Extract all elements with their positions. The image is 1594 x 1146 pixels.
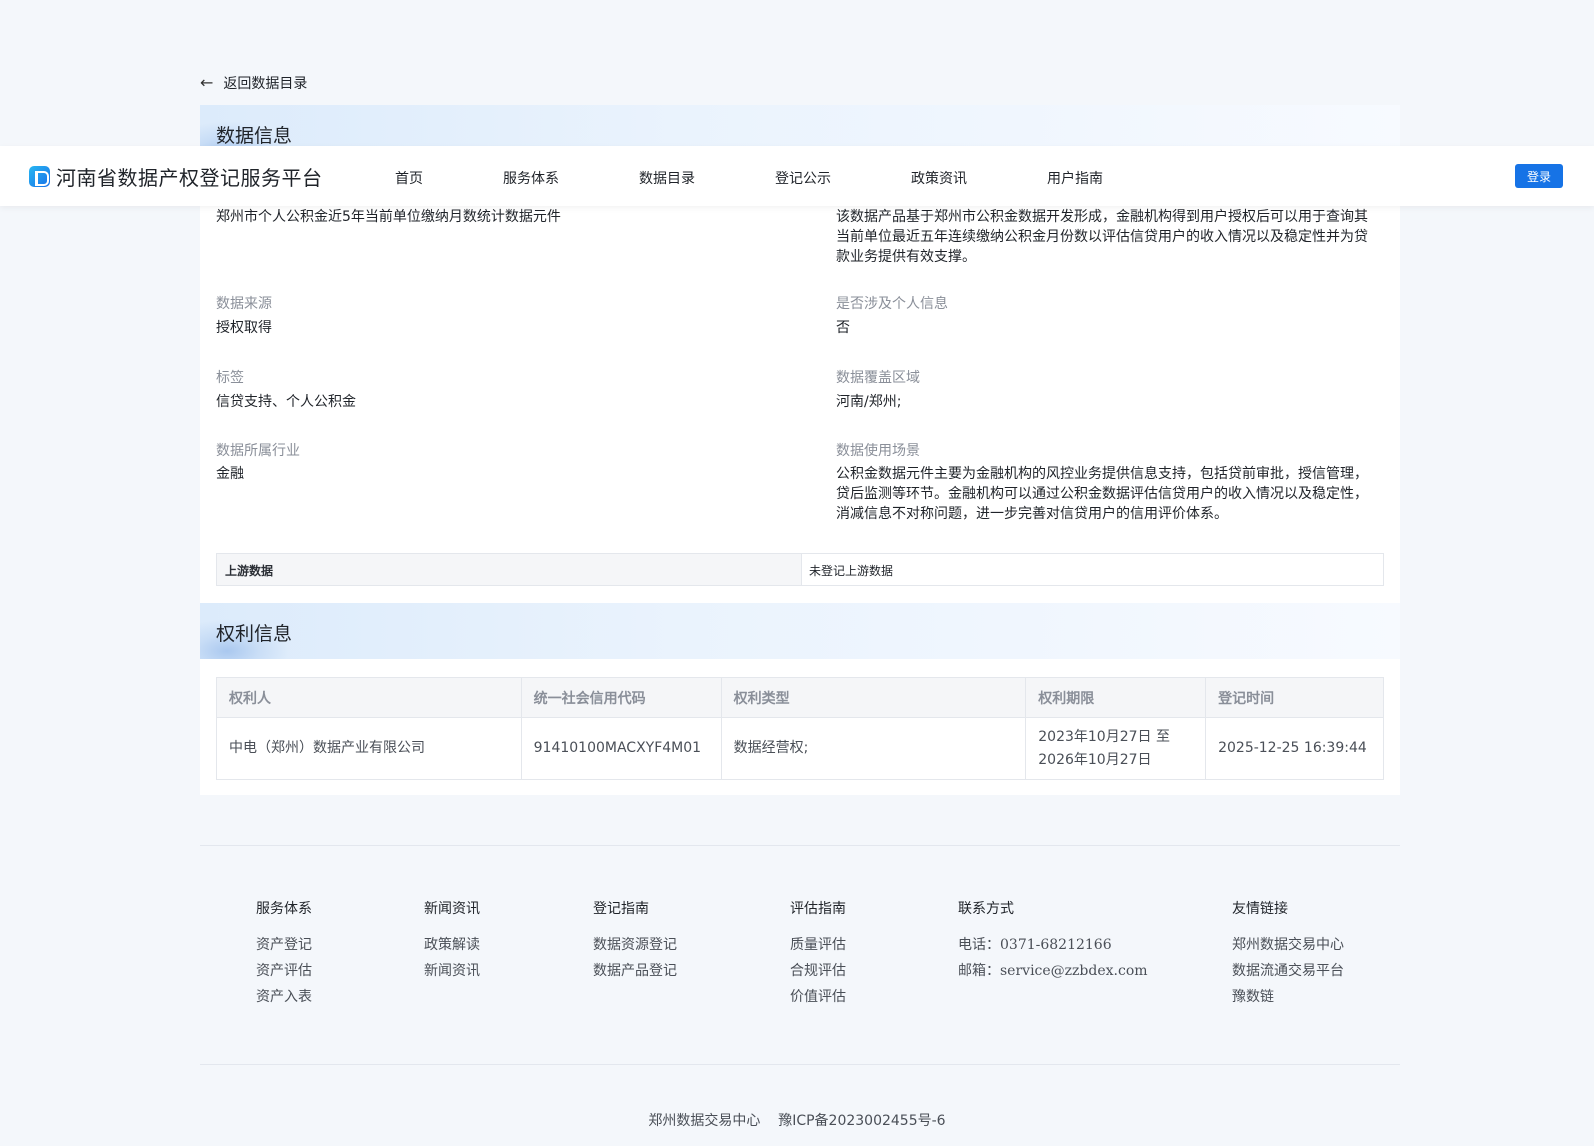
footer-col-services: 服务体系 资产登记 资产评估 资产入表 [256,898,312,1014]
footer-link[interactable]: 资产入表 [256,988,312,1007]
footer-link[interactable]: 政策解读 [424,936,480,955]
cell-credit-code: 91410100MACXYF4M01 [520,717,722,780]
footer-link[interactable]: 数据资源登记 [593,936,677,955]
upstream-label: 上游数据 [217,554,802,585]
upstream-data-row: 上游数据 未登记上游数据 [216,553,1384,586]
copyright-org: 郑州数据交易中心 [648,1113,761,1129]
footer-link[interactable]: 数据产品登记 [593,962,677,981]
footer-col-title: 新闻资讯 [424,901,480,917]
col-header-rights-type: 权利类型 [720,677,1027,718]
footer-col-news: 新闻资讯 政策解读 新闻资讯 [424,898,480,988]
field-value-source: 授权取得 [216,320,272,336]
detail-card: 数据信息 郑州市个人公积金近5年当前单位缴纳月数统计数据元件 该数据产品基于郑州… [200,105,1400,795]
footer-link[interactable]: 合规评估 [790,962,846,981]
col-header-period: 权利期限 [1025,677,1207,718]
field-label-tags: 标签 [216,370,244,386]
footer-col-evaluation-guide: 评估指南 质量评估 合规评估 价值评估 [790,898,846,1014]
period-start: 2023年10月27日 至 [1038,728,1170,745]
upstream-value: 未登记上游数据 [809,564,894,578]
cell-rights-type: 数据经营权; [720,717,1027,780]
col-header-credit-code: 统一社会信用代码 [520,677,722,718]
field-value-industry: 金融 [216,466,244,482]
footer-col-title: 评估指南 [790,901,846,917]
copyright: 郑州数据交易中心 豫ICP备2023002455号-6 [0,1110,1594,1130]
nav-menu: 首页 服务体系 数据目录 登记公示 政策资讯 用户指南 [0,168,1594,188]
rights-info-section-header: 权利信息 [200,603,1400,659]
field-label-usage-scenario: 数据使用场景 [836,443,920,459]
arrow-left-icon: ← [200,73,214,92]
footer-link[interactable]: 质量评估 [790,936,846,955]
footer-col-title: 服务体系 [256,901,312,917]
footer-email[interactable]: 邮箱：service@zzbdex.com [958,962,1148,981]
footer-link[interactable]: 豫数链 [1232,988,1344,1007]
back-to-catalog-link[interactable]: ← 返回数据目录 [200,73,307,93]
footer-link[interactable]: 资产评估 [256,962,312,981]
footer-link[interactable]: 郑州数据交易中心 [1232,936,1344,955]
icp-number[interactable]: 豫ICP备2023002455号-6 [778,1113,945,1129]
footer-link[interactable]: 数据流通交易平台 [1232,962,1344,981]
data-description-value: 该数据产品基于郑州市公积金数据开发形成，金融机构得到用户授权后可以用于查询其当前… [836,209,1368,265]
field-value-tags: 信贷支持、个人公积金 [216,394,356,410]
field-value-coverage: 河南/郑州; [836,394,902,410]
nav-item-home[interactable]: 首页 [395,168,423,188]
col-header-registered-at: 登记时间 [1205,677,1384,718]
nav-item-registry[interactable]: 登记公示 [775,168,831,188]
nav-item-guide[interactable]: 用户指南 [1047,168,1103,188]
footer-col-registration-guide: 登记指南 数据资源登记 数据产品登记 [593,898,677,988]
col-header-holder: 权利人 [216,677,522,718]
field-label-coverage: 数据覆盖区域 [836,370,920,386]
footer-divider-bottom [200,1064,1400,1065]
cell-registered-at: 2025-12-25 16:39:44 [1205,717,1384,780]
field-label-personal-info: 是否涉及个人信息 [836,296,948,312]
footer-col-contact: 联系方式 电话：0371-68212166 邮箱：service@zzbdex.… [958,898,1148,988]
back-link-label: 返回数据目录 [223,76,308,92]
footer-col-title: 联系方式 [958,901,1014,917]
login-button[interactable]: 登录 [1515,164,1563,188]
data-name-value: 郑州市个人公积金近5年当前单位缴纳月数统计数据元件 [216,209,561,225]
footer-col-title: 登记指南 [593,901,649,917]
rights-info-title: 权利信息 [216,623,293,645]
cell-holder: 中电（郑州）数据产业有限公司 [216,717,522,780]
footer-col-friend-links: 友情链接 郑州数据交易中心 数据流通交易平台 豫数链 [1232,898,1344,1014]
footer-phone: 电话：0371-68212166 [958,937,1112,953]
footer-link[interactable]: 资产登记 [256,936,312,955]
footer-link[interactable]: 新闻资讯 [424,962,480,981]
field-value-personal-info: 否 [836,320,850,336]
period-end: 2026年10月27日 [1038,751,1152,768]
footer-link[interactable]: 价值评估 [790,988,846,1007]
data-info-title: 数据信息 [216,125,293,147]
nav-item-services[interactable]: 服务体系 [503,168,559,188]
table-row: 中电（郑州）数据产业有限公司 91410100MACXYF4M01 数据经营权;… [216,717,1384,780]
field-label-source: 数据来源 [216,296,272,312]
field-value-usage-scenario: 公积金数据元件主要为金融机构的风控业务提供信息支持，包括贷前审批，授信管理，贷后… [836,466,1368,522]
footer-divider-top [200,845,1400,846]
cell-period: 2023年10月27日 至 2026年10月27日 [1025,717,1207,780]
top-navigation: 河南省数据产权登记服务平台 首页 服务体系 数据目录 登记公示 政策资讯 用户指… [0,146,1594,206]
footer-col-title: 友情链接 [1232,901,1288,917]
rights-table: 权利人 统一社会信用代码 权利类型 权利期限 登记时间 中电（郑州）数据产业有限… [216,677,1384,780]
nav-item-catalog[interactable]: 数据目录 [639,168,695,188]
nav-item-policy[interactable]: 政策资讯 [911,168,967,188]
table-header-row: 权利人 统一社会信用代码 权利类型 权利期限 登记时间 [216,677,1384,718]
field-label-industry: 数据所属行业 [216,443,300,459]
